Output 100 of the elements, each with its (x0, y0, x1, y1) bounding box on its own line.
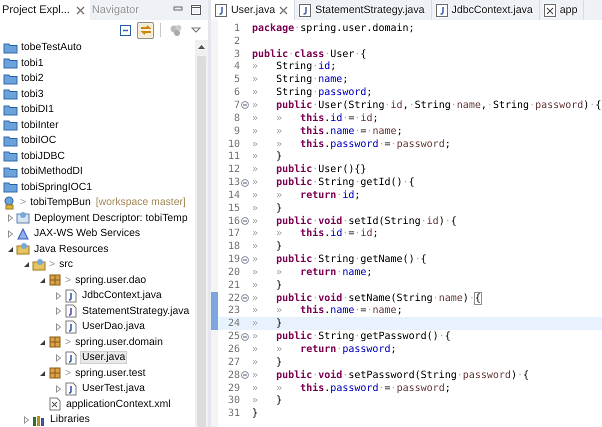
line-number: 6 (232, 87, 240, 98)
line-number: 17 (226, 228, 240, 240)
tree-item[interactable]: Deployment Descriptor: tobiTemp (33, 212, 189, 224)
code-line: » } (251, 151, 282, 162)
tree-item[interactable]: spring.user.test (74, 368, 147, 379)
collapsed-arrow-icon[interactable] (54, 384, 62, 393)
folder-icon (3, 149, 18, 164)
java-file-icon (64, 288, 79, 303)
editor-tab[interactable]: app (540, 0, 584, 20)
tree-item[interactable]: tobiJDBC (20, 150, 66, 162)
expanded-arrow-icon[interactable] (38, 276, 46, 284)
code-line: » » return·name; (251, 266, 372, 278)
tree-item[interactable]: tobiIOC (20, 135, 58, 146)
code-line: » public·void·setId(String·id)·{ (251, 216, 457, 227)
decorator-mark: > (65, 368, 72, 379)
tree-item[interactable]: tobi2 (20, 73, 45, 84)
fold-icon[interactable] (240, 332, 248, 341)
fold-icon[interactable] (240, 294, 248, 302)
editor-tab[interactable]: JdbcContext.java (432, 0, 540, 20)
tree-item[interactable]: Libraries (49, 414, 91, 426)
line-number: 16 (226, 216, 240, 227)
line-number: 7 (232, 100, 240, 111)
collapsed-arrow-icon[interactable] (22, 416, 30, 424)
maximize-icon[interactable] (190, 4, 202, 16)
tree-item[interactable]: tobiTempBun (29, 197, 92, 208)
editor-tab[interactable]: User.java (211, 0, 296, 20)
close-icon[interactable] (279, 6, 288, 14)
tree-item[interactable]: tobiSpringIOC1 (20, 182, 94, 193)
code-line: » » this.name·=·name; (251, 305, 403, 316)
line-number: 20 (226, 266, 240, 278)
folder-icon (3, 56, 18, 70)
collapsed-arrow-icon[interactable] (54, 292, 62, 300)
code-line: » } (251, 395, 282, 406)
folder-icon (3, 40, 18, 55)
line-number: 23 (226, 305, 240, 316)
expanded-arrow-icon[interactable] (38, 370, 46, 377)
tree-item[interactable]: Java Resources (33, 244, 110, 255)
code-line: » » this.password·=·password; (251, 382, 451, 394)
code-line: » } (251, 356, 282, 368)
line-number: 19 (226, 254, 240, 266)
scroll-up-icon[interactable] (197, 44, 206, 50)
fold-icon[interactable] (240, 178, 248, 187)
code-line: » » return·password; (251, 344, 397, 356)
tree-item[interactable]: JdbcContext.java (81, 290, 163, 302)
collapsed-arrow-icon[interactable] (6, 214, 14, 222)
close-icon[interactable] (76, 6, 85, 14)
tree-item[interactable]: tobiDI1 (20, 104, 55, 116)
tree-item[interactable]: User.java (81, 352, 126, 364)
tree-item[interactable]: StatementStrategy.java (81, 306, 190, 317)
code-line: » » return·id; (251, 190, 360, 201)
tree-item[interactable]: tobi3 (20, 88, 45, 100)
java-file-icon (299, 4, 312, 16)
collapsed-arrow-icon[interactable] (54, 307, 62, 316)
java-file-icon (436, 4, 448, 16)
collapsed-arrow-icon[interactable] (6, 230, 14, 238)
code-line: » } (251, 241, 282, 252)
code-line: » » this.password·=·password; (251, 138, 451, 150)
tree-item[interactable]: UserTest.java (81, 383, 146, 394)
folder-icon (3, 134, 18, 148)
expanded-arrow-icon[interactable] (38, 338, 46, 346)
tree-item[interactable]: tobeTestAuto (20, 42, 83, 54)
tree-item[interactable]: tobiInter (20, 120, 60, 131)
collapsed-arrow-icon[interactable] (54, 354, 62, 362)
expanded-arrow-icon[interactable] (22, 261, 30, 268)
tree-item[interactable]: spring.user.dao (74, 274, 148, 286)
fold-icon[interactable] (240, 217, 248, 226)
line-number: 12 (226, 164, 240, 176)
code-line: » String·password; (251, 87, 372, 98)
fold-icon[interactable] (240, 256, 248, 264)
line-number: 5 (232, 74, 240, 86)
scrollbar[interactable] (195, 40, 208, 427)
tree-item[interactable]: applicationContext.xml (65, 398, 172, 410)
line-number: 28 (226, 370, 240, 381)
descriptor-icon (16, 211, 31, 226)
editor-tab[interactable]: StatementStrategy.java (295, 0, 432, 20)
web-services-icon (16, 226, 31, 241)
line-number: 10 (226, 138, 240, 150)
line-number: 25 (226, 331, 240, 342)
code-line: » » this.id·=·id; (251, 228, 379, 240)
tree-item[interactable]: JAX-WS Web Services (33, 228, 142, 240)
line-number: 27 (226, 356, 240, 368)
package-icon (48, 335, 63, 350)
folder-icon (3, 164, 18, 179)
line-number: 14 (226, 190, 240, 201)
fold-icon[interactable] (240, 371, 248, 380)
code-line: » } (251, 280, 282, 291)
tree-item[interactable]: tobi1 (20, 58, 45, 69)
expanded-arrow-icon[interactable] (6, 246, 14, 253)
collapsed-arrow-icon[interactable] (54, 322, 62, 331)
tree-item[interactable]: spring.user.domain (74, 336, 164, 348)
code-line: » » this.id·=·id; (251, 112, 379, 124)
tree-item[interactable]: src (58, 259, 74, 270)
link-editor-button[interactable] (137, 22, 154, 38)
fold-icon[interactable] (240, 101, 248, 110)
code-line: » String·id; (251, 61, 336, 72)
code-line: public·class·User·{ (251, 48, 366, 60)
decorator-mark: > (65, 274, 72, 286)
tree-item[interactable]: tobiMethodDI (20, 166, 84, 178)
view-tab[interactable]: Project Expl... (0, 0, 90, 20)
tree-item[interactable]: UserDao.java (81, 321, 146, 332)
